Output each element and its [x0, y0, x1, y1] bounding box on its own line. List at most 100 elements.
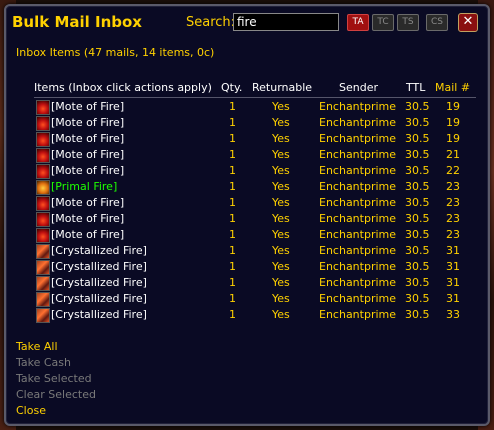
- item-name[interactable]: [Mote of Fire]: [51, 212, 124, 225]
- item-name[interactable]: [Mote of Fire]: [51, 164, 124, 177]
- item-name[interactable]: [Crystallized Fire]: [51, 276, 147, 289]
- column-header-ttl[interactable]: TTL: [406, 81, 425, 94]
- item-qty: 1: [229, 116, 236, 129]
- search-input[interactable]: fire: [233, 13, 339, 31]
- crystallized-fire-icon[interactable]: [36, 276, 50, 291]
- item-name[interactable]: [Mote of Fire]: [51, 148, 124, 161]
- item-name[interactable]: [Crystallized Fire]: [51, 308, 147, 321]
- column-header-mail[interactable]: Mail #: [435, 81, 470, 94]
- item-returnable: Yes: [272, 276, 290, 289]
- item-mail-number: 19: [446, 100, 460, 113]
- table-row[interactable]: [Mote of Fire] 1 Yes Enchantprime 30.5 23: [6, 211, 488, 227]
- item-sender: Enchantprime: [319, 308, 397, 321]
- filter-button-ts[interactable]: TS: [397, 14, 419, 31]
- item-qty: 1: [229, 276, 236, 289]
- item-qty: 1: [229, 132, 236, 145]
- crystallized-fire-icon[interactable]: [36, 292, 50, 307]
- clear-selected-button[interactable]: Clear Selected: [16, 388, 96, 401]
- take-cash-button[interactable]: Take Cash: [16, 356, 71, 369]
- item-returnable: Yes: [272, 308, 290, 321]
- close-button[interactable]: Close: [16, 404, 46, 417]
- item-returnable: Yes: [272, 260, 290, 273]
- inbox-summary: Inbox Items (47 mails, 14 items, 0c): [16, 46, 215, 59]
- item-sender: Enchantprime: [319, 180, 397, 193]
- crystallized-fire-icon[interactable]: [36, 308, 50, 323]
- item-ttl: 30.5: [405, 276, 430, 289]
- column-header-qty[interactable]: Qty.: [221, 81, 242, 94]
- item-sender: Enchantprime: [319, 196, 397, 209]
- item-name[interactable]: [Crystallized Fire]: [51, 244, 147, 257]
- item-returnable: Yes: [272, 148, 290, 161]
- filter-button-cs[interactable]: CS: [426, 14, 448, 31]
- table-row[interactable]: [Mote of Fire] 1 Yes Enchantprime 30.5 19: [6, 99, 488, 115]
- item-ttl: 30.5: [405, 164, 430, 177]
- item-sender: Enchantprime: [319, 164, 397, 177]
- mote-of-fire-icon[interactable]: [36, 196, 50, 211]
- item-name[interactable]: [Mote of Fire]: [51, 100, 124, 113]
- mote-of-fire-icon[interactable]: [36, 164, 50, 179]
- table-row[interactable]: [Crystallized Fire] 1 Yes Enchantprime 30.5 3…: [6, 243, 488, 259]
- item-qty: 1: [229, 260, 236, 273]
- mote-of-fire-icon[interactable]: [36, 132, 50, 147]
- item-qty: 1: [229, 228, 236, 241]
- item-returnable: Yes: [272, 292, 290, 305]
- table-row[interactable]: [Mote of Fire] 1 Yes Enchantprime 30.5 23: [6, 227, 488, 243]
- bulk-mail-inbox-window: Bulk Mail Inbox Search: fire TA TC TS CS ✕ …: [4, 4, 490, 426]
- item-returnable: Yes: [272, 132, 290, 145]
- item-name[interactable]: [Mote of Fire]: [51, 132, 124, 145]
- mote-of-fire-icon[interactable]: [36, 212, 50, 227]
- mote-of-fire-icon[interactable]: [36, 116, 50, 131]
- item-mail-number: 33: [446, 308, 460, 321]
- table-row[interactable]: [Primal Fire] 1 Yes Enchantprime 30.5 23: [6, 179, 488, 195]
- item-mail-number: 31: [446, 276, 460, 289]
- item-qty: 1: [229, 212, 236, 225]
- table-row[interactable]: [Crystallized Fire] 1 Yes Enchantprime 30.5 3…: [6, 307, 488, 323]
- item-name[interactable]: [Mote of Fire]: [51, 196, 124, 209]
- item-name[interactable]: [Mote of Fire]: [51, 228, 124, 241]
- table-row[interactable]: [Mote of Fire] 1 Yes Enchantprime 30.5 19: [6, 131, 488, 147]
- table-row[interactable]: [Mote of Fire] 1 Yes Enchantprime 30.5 22: [6, 163, 488, 179]
- close-icon[interactable]: ✕: [458, 13, 478, 32]
- mote-of-fire-icon[interactable]: [36, 100, 50, 115]
- item-sender: Enchantprime: [319, 260, 397, 273]
- titlebar[interactable]: Bulk Mail Inbox Search: fire TA TC TS CS ✕: [6, 6, 488, 36]
- take-all-button[interactable]: Take All: [16, 340, 58, 353]
- item-qty: 1: [229, 148, 236, 161]
- item-mail-number: 31: [446, 292, 460, 305]
- table-row[interactable]: [Mote of Fire] 1 Yes Enchantprime 30.5 21: [6, 147, 488, 163]
- item-mail-number: 19: [446, 132, 460, 145]
- item-qty: 1: [229, 308, 236, 321]
- table-row[interactable]: [Mote of Fire] 1 Yes Enchantprime 30.5 23: [6, 195, 488, 211]
- column-header-sender[interactable]: Sender: [339, 81, 378, 94]
- filter-button-tc[interactable]: TC: [372, 14, 394, 31]
- item-qty: 1: [229, 244, 236, 257]
- item-ttl: 30.5: [405, 308, 430, 321]
- item-sender: Enchantprime: [319, 132, 397, 145]
- mote-of-fire-icon[interactable]: [36, 228, 50, 243]
- primal-fire-icon[interactable]: [36, 180, 50, 195]
- item-sender: Enchantprime: [319, 100, 397, 113]
- item-mail-number: 22: [446, 164, 460, 177]
- take-selected-button[interactable]: Take Selected: [16, 372, 92, 385]
- item-name[interactable]: [Mote of Fire]: [51, 116, 124, 129]
- item-returnable: Yes: [272, 180, 290, 193]
- item-ttl: 30.5: [405, 244, 430, 257]
- item-qty: 1: [229, 180, 236, 193]
- table-row[interactable]: [Crystallized Fire] 1 Yes Enchantprime 30.5 3…: [6, 275, 488, 291]
- table-row[interactable]: [Crystallized Fire] 1 Yes Enchantprime 30.5 3…: [6, 259, 488, 275]
- filter-button-ta[interactable]: TA: [347, 14, 369, 31]
- column-header-items[interactable]: Items (Inbox click actions apply): [34, 81, 212, 94]
- item-name[interactable]: [Primal Fire]: [51, 180, 117, 193]
- item-name[interactable]: [Crystallized Fire]: [51, 260, 147, 273]
- table-row[interactable]: [Crystallized Fire] 1 Yes Enchantprime 30.5 3…: [6, 291, 488, 307]
- table-row[interactable]: [Mote of Fire] 1 Yes Enchantprime 30.5 19: [6, 115, 488, 131]
- item-name[interactable]: [Crystallized Fire]: [51, 292, 147, 305]
- column-header-returnable[interactable]: Returnable: [252, 81, 312, 94]
- mote-of-fire-icon[interactable]: [36, 148, 50, 163]
- search-label: Search:: [186, 15, 236, 30]
- item-sender: Enchantprime: [319, 292, 397, 305]
- crystallized-fire-icon[interactable]: [36, 260, 50, 275]
- crystallized-fire-icon[interactable]: [36, 244, 50, 259]
- item-ttl: 30.5: [405, 148, 430, 161]
- item-list: [Mote of Fire] 1 Yes Enchantprime 30.5 19 [Mot…: [6, 99, 488, 323]
